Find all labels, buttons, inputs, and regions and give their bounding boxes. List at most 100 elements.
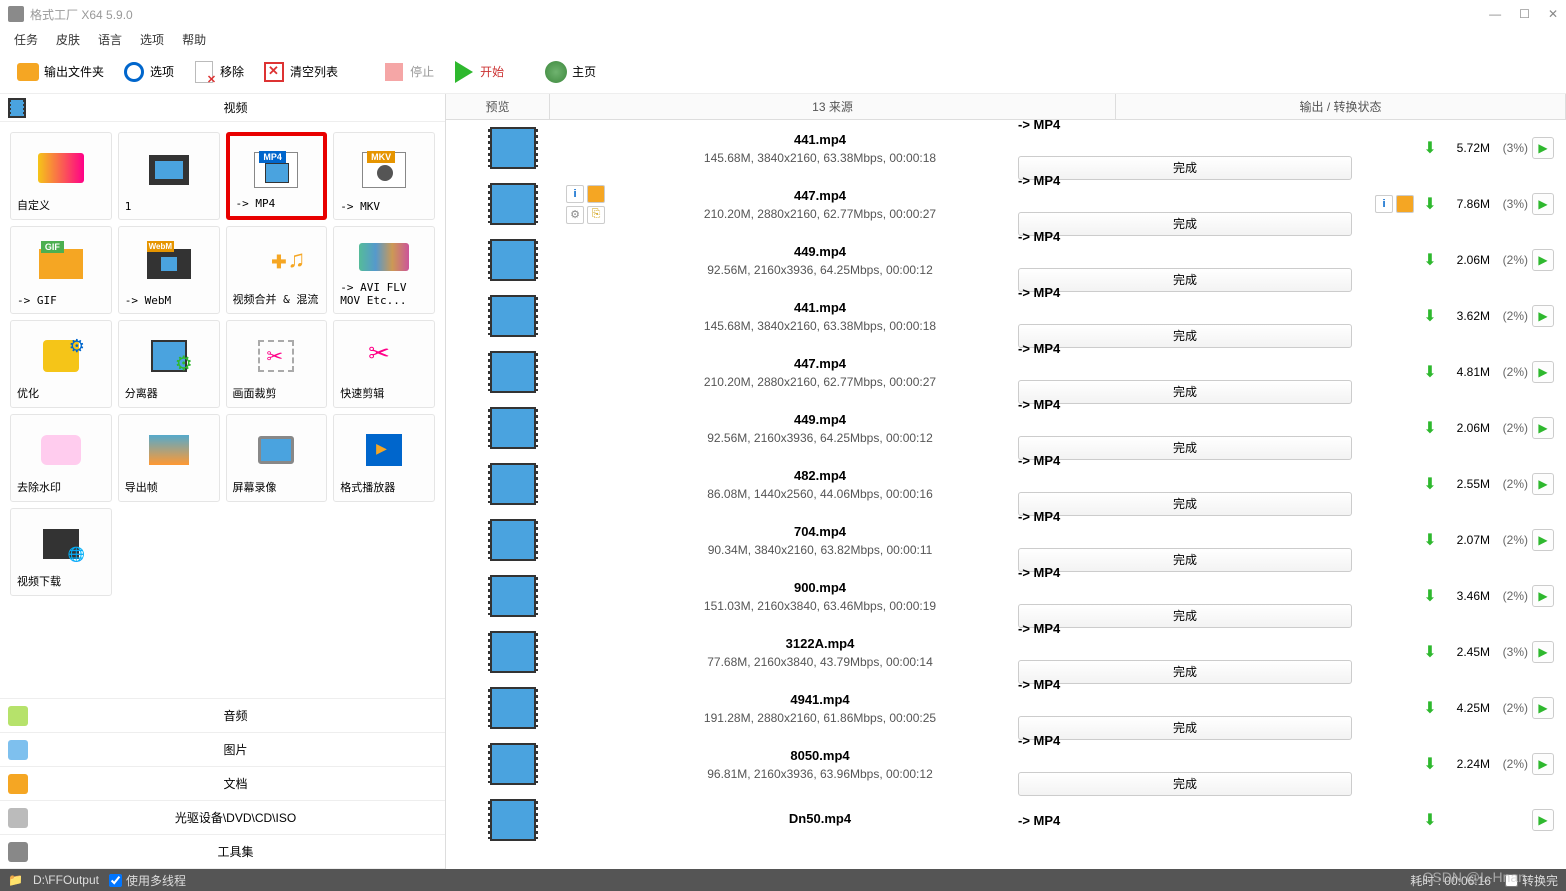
task-row[interactable]: 447.mp4 210.20M, 2880x2160, 62.77Mbps, 0…	[446, 344, 1566, 400]
tile-player[interactable]: 格式播放器	[333, 414, 435, 502]
info-icon[interactable]: i	[1375, 195, 1393, 213]
clear-list-button[interactable]: 清空列表	[256, 56, 344, 88]
tile-avi[interactable]: -> AVI FLV MOV Etc...	[333, 226, 435, 314]
output-format: -> MP4	[1018, 621, 1108, 636]
tile-export[interactable]: 导出帧	[118, 414, 220, 502]
remove-button[interactable]: 移除	[186, 56, 250, 88]
category-doc[interactable]: 文档	[0, 767, 445, 801]
file-info: 145.68M, 3840x2160, 63.38Mbps, 00:00:18	[622, 319, 1018, 333]
after-convert-checkbox[interactable]: 转换完	[1505, 872, 1558, 889]
multithread-checkbox[interactable]: 使用多线程	[109, 872, 186, 889]
menu-options[interactable]: 选项	[140, 31, 164, 48]
output-size: 7.86M	[1442, 197, 1490, 211]
file-info: 96.81M, 2160x3936, 63.96Mbps, 00:00:12	[622, 767, 1018, 781]
tile-gif[interactable]: -> GIF	[10, 226, 112, 314]
play-button[interactable]: ▶	[1532, 585, 1554, 607]
folder-icon[interactable]	[1396, 195, 1414, 213]
video-thumb-icon	[490, 463, 536, 505]
tile-crop[interactable]: 画面裁剪	[226, 320, 328, 408]
copy-icon[interactable]: ⎘	[587, 206, 605, 224]
menu-help[interactable]: 帮助	[182, 31, 206, 48]
task-row[interactable]: 704.mp4 90.34M, 3840x2160, 63.82Mbps, 00…	[446, 512, 1566, 568]
down-arrow-icon: ⬇	[1422, 138, 1438, 158]
tile-opt[interactable]: 优化	[10, 320, 112, 408]
output-format: -> MP4	[1018, 285, 1108, 300]
play-button[interactable]: ▶	[1532, 529, 1554, 551]
tile-dl[interactable]: 视频下载	[10, 508, 112, 596]
tile-split[interactable]: 分离器	[118, 320, 220, 408]
gear-icon[interactable]: ⚙	[566, 206, 584, 224]
tile-mkv[interactable]: -> MKV	[333, 132, 435, 220]
task-row[interactable]: 8050.mp4 96.81M, 2160x3936, 63.96Mbps, 0…	[446, 736, 1566, 792]
video-thumb-icon	[490, 743, 536, 785]
task-row[interactable]: 4941.mp4 191.28M, 2880x2160, 61.86Mbps, …	[446, 680, 1566, 736]
video-category-header[interactable]: 视频	[0, 94, 445, 122]
folder-icon[interactable]	[587, 185, 605, 203]
category-audio[interactable]: 音频	[0, 699, 445, 733]
output-format: -> MP4	[1018, 341, 1108, 356]
play-button[interactable]: ▶	[1532, 193, 1554, 215]
play-button[interactable]: ▶	[1532, 249, 1554, 271]
output-path[interactable]: D:\FFOutput	[33, 873, 99, 887]
play-button[interactable]: ▶	[1532, 641, 1554, 663]
stop-button[interactable]: 停止	[376, 56, 440, 88]
col-source[interactable]: 13 来源	[550, 94, 1116, 119]
file-name: 441.mp4	[622, 132, 1018, 147]
tile-logo[interactable]: 去除水印	[10, 414, 112, 502]
tile-custom[interactable]: 自定义	[10, 132, 112, 220]
task-row[interactable]: 482.mp4 86.08M, 1440x2560, 44.06Mbps, 00…	[446, 456, 1566, 512]
task-row[interactable]: 441.mp4 145.68M, 3840x2160, 63.38Mbps, 0…	[446, 120, 1566, 176]
app-icon	[8, 6, 24, 22]
play-button[interactable]: ▶	[1532, 809, 1554, 831]
menu-task[interactable]: 任务	[14, 31, 38, 48]
tile-webm[interactable]: -> WebM	[118, 226, 220, 314]
down-arrow-icon: ⬇	[1422, 754, 1438, 774]
options-button[interactable]: 选项	[116, 56, 180, 88]
video-thumb-icon	[490, 351, 536, 393]
menu-skin[interactable]: 皮肤	[56, 31, 80, 48]
down-arrow-icon: ⬇	[1422, 530, 1438, 550]
tile-mp4[interactable]: -> MP4	[226, 132, 328, 220]
task-row[interactable]: 3122A.mp4 77.68M, 2160x3840, 43.79Mbps, …	[446, 624, 1566, 680]
tile-screen[interactable]: 屏幕录像	[226, 414, 328, 502]
task-row[interactable]: 449.mp4 92.56M, 2160x3936, 64.25Mbps, 00…	[446, 232, 1566, 288]
folder-icon[interactable]: 📁	[8, 873, 23, 887]
task-row[interactable]: Dn50.mp4 -> MP4 ⬇ ▶	[446, 792, 1566, 848]
task-row[interactable]: 441.mp4 145.68M, 3840x2160, 63.38Mbps, 0…	[446, 288, 1566, 344]
info-icon[interactable]: i	[566, 185, 584, 203]
play-button[interactable]: ▶	[1532, 137, 1554, 159]
col-status[interactable]: 输出 / 转换状态	[1116, 94, 1566, 119]
minimize-button[interactable]: —	[1489, 7, 1501, 21]
play-button[interactable]: ▶	[1532, 361, 1554, 383]
output-folder-button[interactable]: 输出文件夹	[10, 56, 110, 88]
task-row[interactable]: 449.mp4 92.56M, 2160x3936, 64.25Mbps, 00…	[446, 400, 1566, 456]
category-disc[interactable]: 光驱设备\DVD\CD\ISO	[0, 801, 445, 835]
output-format: -> MP4	[1018, 173, 1108, 188]
task-row[interactable]: 900.mp4 151.03M, 2160x3840, 63.46Mbps, 0…	[446, 568, 1566, 624]
tile-clap[interactable]: 1	[118, 132, 220, 220]
close-button[interactable]: ✕	[1548, 7, 1558, 21]
start-button[interactable]: 开始	[446, 56, 510, 88]
col-preview[interactable]: 预览	[446, 94, 550, 119]
category-tools[interactable]: 工具集	[0, 835, 445, 869]
statusbar: 📁 D:\FFOutput 使用多线程 耗时 : 00:06:16 转换完	[0, 869, 1566, 891]
tile-cut[interactable]: 快速剪辑	[333, 320, 435, 408]
status-done-button[interactable]: 完成	[1018, 772, 1352, 796]
output-size: 2.55M	[1442, 477, 1490, 491]
play-button[interactable]: ▶	[1532, 697, 1554, 719]
tile-merge[interactable]: 视频合并 & 混流	[226, 226, 328, 314]
film-icon	[8, 98, 26, 118]
maximize-button[interactable]: ☐	[1519, 7, 1530, 21]
menu-language[interactable]: 语言	[98, 31, 122, 48]
play-button[interactable]: ▶	[1532, 473, 1554, 495]
play-button[interactable]: ▶	[1532, 753, 1554, 775]
down-arrow-icon: ⬇	[1422, 586, 1438, 606]
category-image[interactable]: 图片	[0, 733, 445, 767]
video-thumb-icon	[490, 407, 536, 449]
file-name: 441.mp4	[622, 300, 1018, 315]
play-button[interactable]: ▶	[1532, 417, 1554, 439]
play-button[interactable]: ▶	[1532, 305, 1554, 327]
home-button[interactable]: 主页	[538, 56, 602, 88]
output-size: 4.81M	[1442, 365, 1490, 379]
task-row[interactable]: i⚙⎘ 447.mp4 210.20M, 2880x2160, 62.77Mbp…	[446, 176, 1566, 232]
